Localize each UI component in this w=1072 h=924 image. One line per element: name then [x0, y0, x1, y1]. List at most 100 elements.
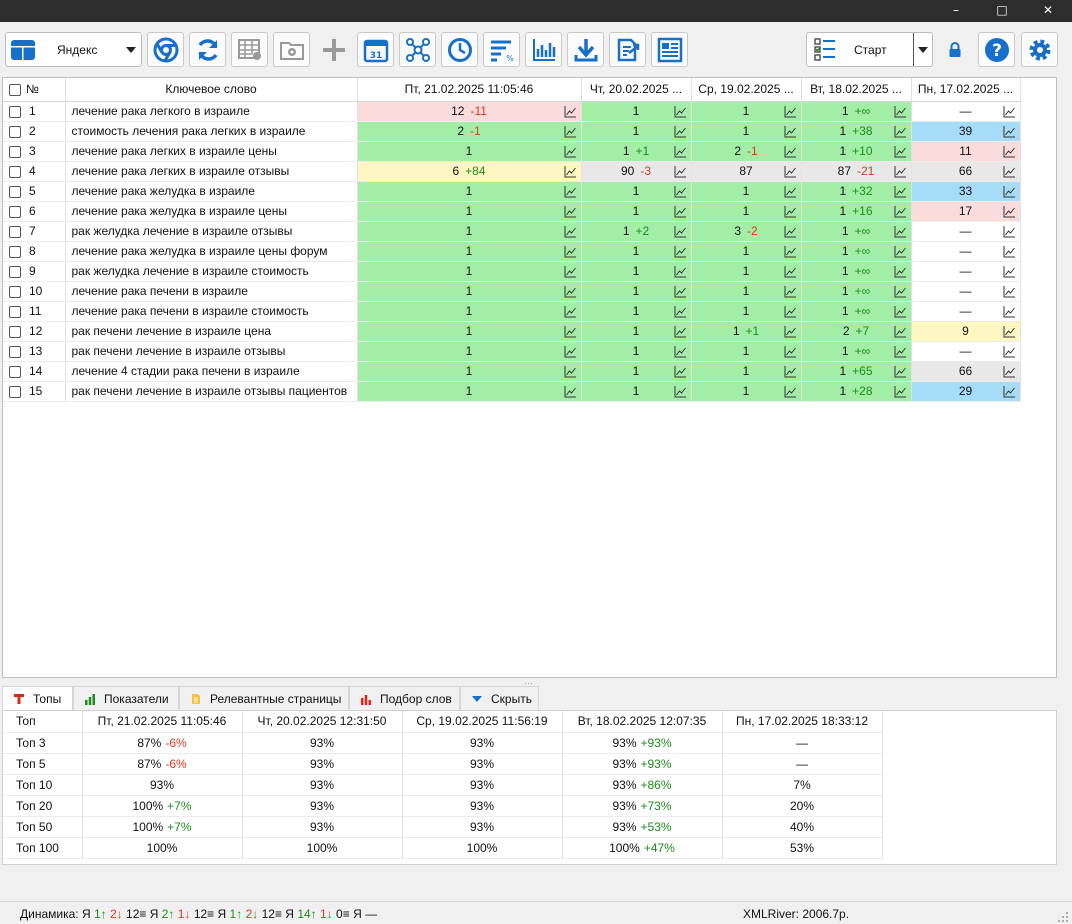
- table-row[interactable]: 9 рак желудка лечение в израиле стоимость…: [3, 261, 1021, 282]
- line-chart-icon[interactable]: [564, 385, 577, 398]
- keyword-cell[interactable]: лечение рака печени в израиле: [65, 281, 358, 302]
- position-cell[interactable]: 2 -1: [691, 141, 802, 162]
- line-chart-icon[interactable]: [674, 345, 687, 358]
- position-cell[interactable]: 1: [357, 341, 582, 362]
- network-button[interactable]: [399, 32, 436, 67]
- line-chart-icon[interactable]: [784, 265, 797, 278]
- position-cell[interactable]: 1: [581, 361, 692, 382]
- line-chart-icon[interactable]: [564, 105, 577, 118]
- add-button[interactable]: [315, 32, 352, 67]
- row-checkbox[interactable]: [9, 185, 21, 198]
- line-chart-icon[interactable]: [784, 305, 797, 318]
- position-cell[interactable]: 1: [691, 281, 802, 302]
- position-cell[interactable]: 1 +32: [801, 181, 912, 202]
- line-chart-icon[interactable]: [674, 245, 687, 258]
- position-cell[interactable]: 1: [691, 201, 802, 222]
- position-cell[interactable]: 1 +∞: [801, 101, 912, 122]
- line-chart-icon[interactable]: [564, 265, 577, 278]
- line-chart-icon[interactable]: [564, 345, 577, 358]
- line-chart-icon[interactable]: [674, 205, 687, 218]
- table-row[interactable]: 14 лечение 4 стадии рака печени в израиле…: [3, 361, 1021, 382]
- position-cell[interactable]: 87 -21: [801, 161, 912, 182]
- keyword-cell[interactable]: лечение 4 стадии рака печени в израиле: [65, 361, 358, 382]
- position-cell[interactable]: 1: [691, 261, 802, 282]
- row-checkbox[interactable]: [9, 345, 21, 358]
- row-checkbox[interactable]: [9, 325, 21, 338]
- position-cell[interactable]: 1: [581, 261, 692, 282]
- line-chart-icon[interactable]: [674, 285, 687, 298]
- line-chart-icon[interactable]: [674, 105, 687, 118]
- keyword-cell[interactable]: рак печени лечение в израиле отзывы паци…: [65, 381, 358, 402]
- position-cell[interactable]: 2 +7: [801, 321, 912, 342]
- search-engine-select[interactable]: Яндекс: [5, 32, 142, 67]
- browser-button[interactable]: [147, 32, 184, 67]
- position-cell[interactable]: 1 +10: [801, 141, 912, 162]
- position-cell[interactable]: 1 +28: [801, 381, 912, 402]
- keyword-cell[interactable]: лечение рака желудка в израиле цены фору…: [65, 241, 358, 262]
- position-cell[interactable]: 66: [911, 161, 1021, 182]
- close-button[interactable]: ✕: [1025, 0, 1071, 22]
- line-chart-icon[interactable]: [894, 185, 907, 198]
- position-cell[interactable]: 1 +∞: [801, 281, 912, 302]
- line-chart-icon[interactable]: [674, 325, 687, 338]
- line-chart-icon[interactable]: [564, 165, 577, 178]
- line-chart-icon[interactable]: [1003, 345, 1016, 358]
- position-cell[interactable]: 33: [911, 181, 1021, 202]
- row-checkbox[interactable]: [9, 305, 21, 318]
- line-chart-icon[interactable]: [784, 125, 797, 138]
- table-row[interactable]: 11 лечение рака печени в израиле стоимост…: [3, 301, 1021, 322]
- position-cell[interactable]: —: [911, 241, 1021, 262]
- line-chart-icon[interactable]: [894, 245, 907, 258]
- position-cell[interactable]: 1: [581, 181, 692, 202]
- position-cell[interactable]: 9: [911, 321, 1021, 342]
- line-chart-icon[interactable]: [564, 125, 577, 138]
- keyword-cell[interactable]: лечение рака легких в израиле цены: [65, 141, 358, 162]
- position-cell[interactable]: 39: [911, 121, 1021, 142]
- position-cell[interactable]: 1 +∞: [801, 261, 912, 282]
- position-cell[interactable]: 1: [357, 261, 582, 282]
- position-cell[interactable]: 11: [911, 141, 1021, 162]
- position-cell[interactable]: 1 +1: [581, 141, 692, 162]
- tab-hide[interactable]: Скрыть: [460, 686, 539, 711]
- position-cell[interactable]: 90 -3: [581, 161, 692, 182]
- table-row[interactable]: 1 лечение рака легкого в израиле 12 -11 1 1 1 +…: [3, 101, 1021, 122]
- row-checkbox[interactable]: [9, 105, 21, 118]
- line-chart-icon[interactable]: [784, 365, 797, 378]
- line-chart-icon[interactable]: [564, 205, 577, 218]
- header-keyword[interactable]: Ключевое слово: [65, 78, 358, 102]
- position-cell[interactable]: 1 +∞: [801, 341, 912, 362]
- table-row[interactable]: 2 стоимость лечения рака легких в израиле…: [3, 121, 1021, 142]
- header-select-all[interactable]: №: [3, 78, 66, 102]
- keyword-cell[interactable]: рак желудка лечение в израиле стоимость: [65, 261, 358, 282]
- tab-word-selection[interactable]: Подбор слов: [349, 686, 460, 711]
- position-cell[interactable]: 1: [691, 301, 802, 322]
- tab-relevant-pages[interactable]: Релевантные страницы: [179, 686, 349, 711]
- settings-button[interactable]: [1021, 32, 1058, 67]
- table-row[interactable]: 15 рак печени лечение в израиле отзывы па…: [3, 381, 1021, 402]
- table-row[interactable]: 6 лечение рака желудка в израиле цены 1 1 1 1…: [3, 201, 1021, 222]
- row-checkbox[interactable]: [9, 145, 21, 158]
- table-row[interactable]: 7 рак желудка лечение в израиле отзывы 1 1 +…: [3, 221, 1021, 242]
- table-row[interactable]: 8 лечение рака желудка в израиле цены фор…: [3, 241, 1021, 262]
- line-chart-icon[interactable]: [784, 345, 797, 358]
- report-button[interactable]: [651, 32, 688, 67]
- position-cell[interactable]: —: [911, 101, 1021, 122]
- line-chart-icon[interactable]: [564, 185, 577, 198]
- line-chart-icon[interactable]: [674, 365, 687, 378]
- line-chart-icon[interactable]: [894, 105, 907, 118]
- position-cell[interactable]: 1 +∞: [801, 221, 912, 242]
- line-chart-icon[interactable]: [784, 185, 797, 198]
- position-cell[interactable]: 1: [357, 301, 582, 322]
- download-button[interactable]: [567, 32, 604, 67]
- line-chart-icon[interactable]: [894, 345, 907, 358]
- line-chart-icon[interactable]: [1003, 105, 1016, 118]
- position-cell[interactable]: 1: [357, 201, 582, 222]
- position-cell[interactable]: 1: [691, 381, 802, 402]
- line-chart-icon[interactable]: [784, 385, 797, 398]
- position-cell[interactable]: 1: [691, 181, 802, 202]
- row-checkbox[interactable]: [9, 165, 21, 178]
- line-chart-icon[interactable]: [1003, 305, 1016, 318]
- line-chart-icon[interactable]: [784, 245, 797, 258]
- position-cell[interactable]: 1 +∞: [801, 301, 912, 322]
- row-checkbox[interactable]: [9, 265, 21, 278]
